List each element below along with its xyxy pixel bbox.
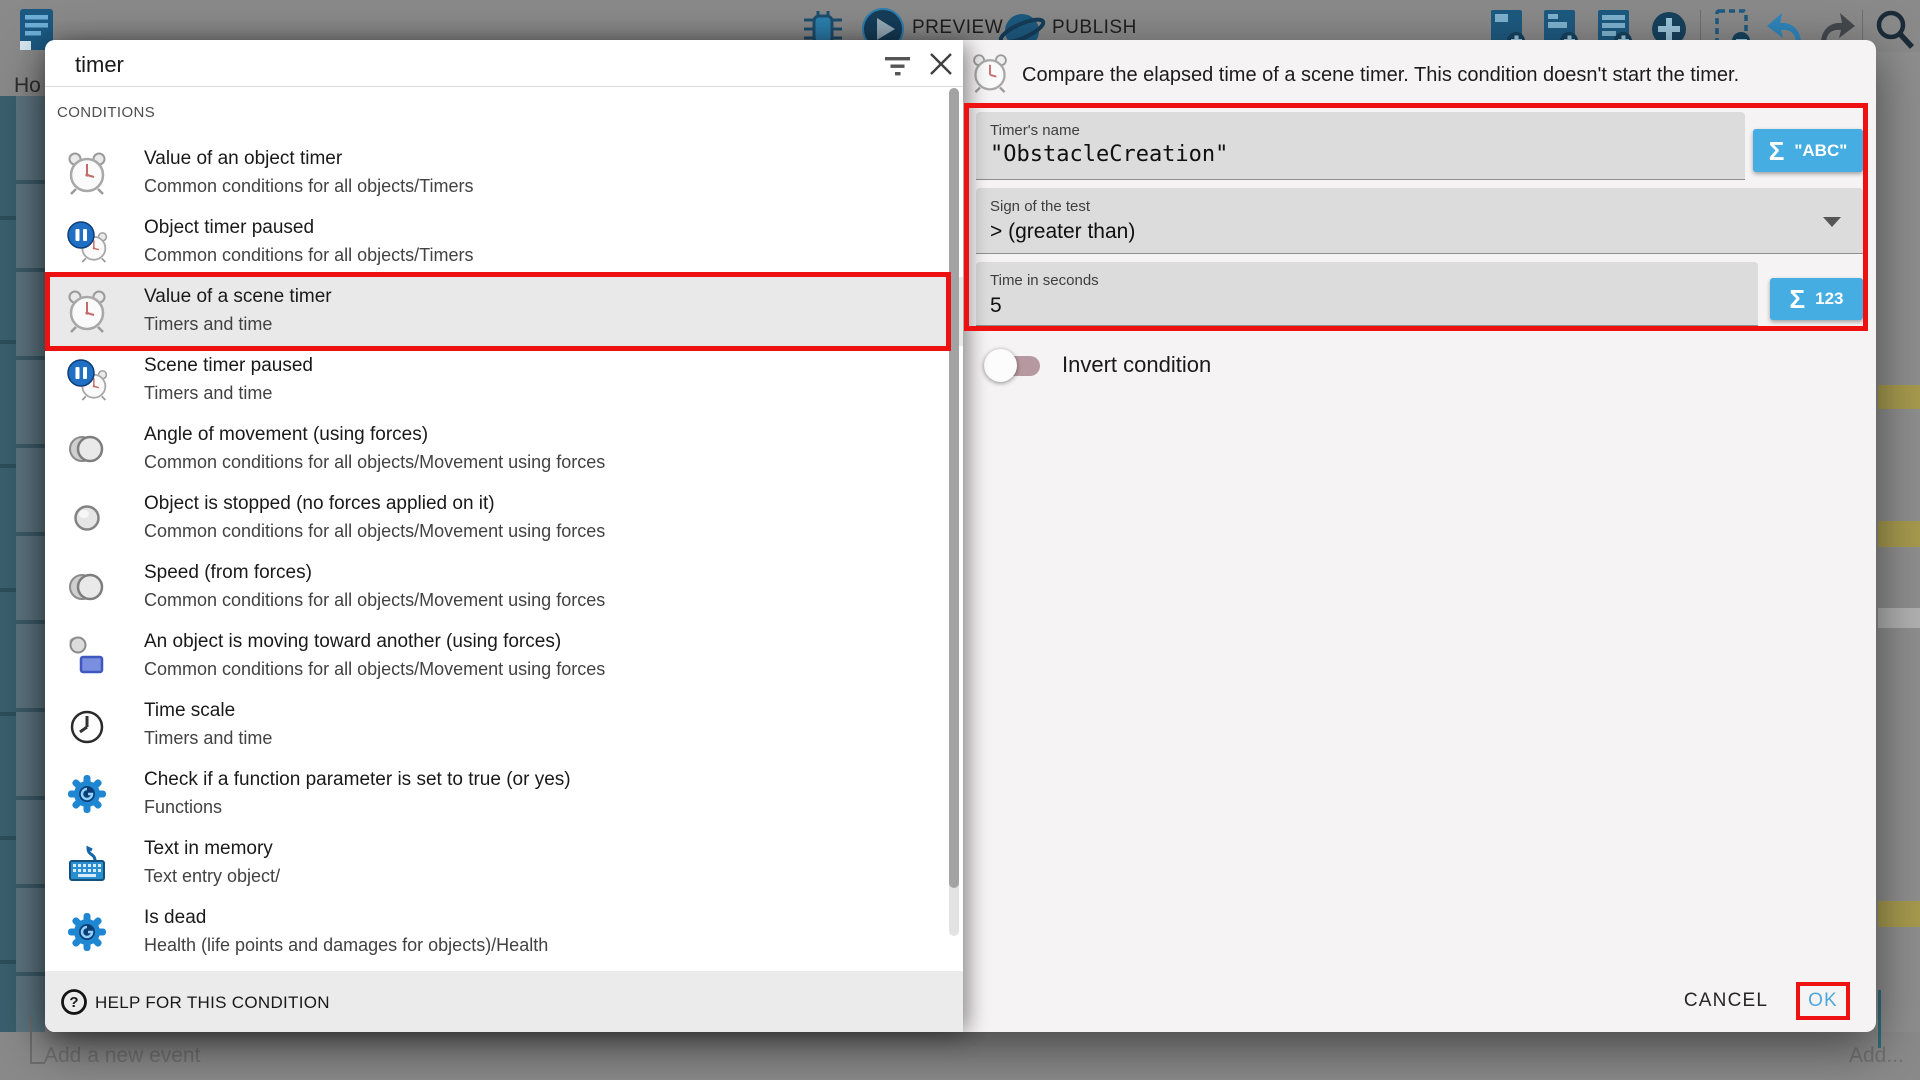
search-input[interactable] bbox=[73, 48, 837, 82]
chevron-down-icon bbox=[1823, 217, 1841, 227]
condition-selector-panel: CONDITIONS Value of an object timer Commo… bbox=[45, 40, 963, 1032]
time-in-seconds-label: Time in seconds bbox=[990, 272, 1099, 289]
event-row-highlight bbox=[1878, 901, 1920, 927]
number-expression-button[interactable]: Σ 123 bbox=[1770, 278, 1863, 320]
condition-subtitle: Common conditions for all objects/Moveme… bbox=[144, 452, 605, 473]
invert-condition-toggle[interactable] bbox=[988, 356, 1040, 376]
alarm-icon bbox=[65, 151, 109, 195]
pause-clock-icon bbox=[65, 358, 109, 402]
condition-title: Text in memory bbox=[144, 838, 273, 860]
condition-list-item[interactable]: Is dead Health (life points and damages f… bbox=[45, 898, 963, 967]
discs-icon bbox=[65, 565, 109, 609]
gear-icon bbox=[65, 772, 109, 816]
divider bbox=[45, 86, 963, 87]
condition-list-item[interactable]: Object is stopped (no forces applied on … bbox=[45, 484, 963, 553]
sign-of-test-label: Sign of the test bbox=[990, 198, 1090, 215]
invert-condition-label: Invert condition bbox=[1062, 352, 1211, 378]
ok-button[interactable]: OK bbox=[1799, 984, 1847, 1018]
condition-title: Time scale bbox=[144, 700, 235, 722]
gear-icon bbox=[65, 910, 109, 954]
event-row-highlight bbox=[1878, 521, 1920, 547]
disc-icon bbox=[65, 496, 109, 540]
help-for-condition-link[interactable]: HELP FOR THIS CONDITION bbox=[95, 993, 330, 1013]
condition-subtitle: Common conditions for all objects/Moveme… bbox=[144, 659, 605, 680]
condition-title: Scene timer paused bbox=[144, 355, 313, 377]
condition-list-item[interactable]: Scene timer paused Timers and time bbox=[45, 346, 963, 415]
selector-footer: ? HELP FOR THIS CONDITION bbox=[45, 971, 963, 1032]
condition-list-item[interactable]: Value of an object timer Common condition… bbox=[45, 139, 963, 208]
sigma-icon: Σ bbox=[1790, 286, 1806, 312]
condition-title: Object timer paused bbox=[144, 217, 314, 239]
condition-subtitle: Common conditions for all objects/Timers bbox=[144, 245, 473, 266]
condition-list-item[interactable]: Angle of movement (using forces) Common c… bbox=[45, 415, 963, 484]
pause-clock-icon bbox=[65, 220, 109, 264]
alarm-icon bbox=[65, 289, 109, 333]
condition-list-item[interactable]: Check if a function parameter is set to … bbox=[45, 760, 963, 829]
condition-title: Speed (from forces) bbox=[144, 562, 312, 584]
timer-name-field[interactable]: Timer's name "ObstacleCreation" bbox=[976, 112, 1745, 180]
time-in-seconds-value[interactable]: 5 bbox=[990, 294, 1002, 318]
event-row-border bbox=[1878, 990, 1881, 1048]
scrollbar-thumb[interactable] bbox=[949, 88, 959, 888]
sigma-icon: Σ bbox=[1769, 138, 1785, 164]
condition-subtitle: Timers and time bbox=[144, 314, 272, 335]
condition-subtitle: Functions bbox=[144, 797, 222, 818]
condition-title: Check if a function parameter is set to … bbox=[144, 769, 571, 791]
condition-subtitle: Common conditions for all objects/Moveme… bbox=[144, 590, 605, 611]
search-icon[interactable] bbox=[1872, 6, 1918, 59]
condition-description: Compare the elapsed time of a scene time… bbox=[1022, 64, 1852, 87]
condition-title: Is dead bbox=[144, 907, 206, 929]
timer-name-label: Timer's name bbox=[990, 122, 1080, 139]
home-tab-label: Ho bbox=[14, 74, 41, 98]
condition-title: Value of an object timer bbox=[144, 148, 342, 170]
publish-button[interactable]: PUBLISH bbox=[1052, 17, 1137, 39]
toggle-thumb[interactable] bbox=[984, 349, 1017, 382]
condition-subtitle: Common conditions for all objects/Moveme… bbox=[144, 521, 605, 542]
condition-title: Value of a scene timer bbox=[144, 286, 332, 308]
time-in-seconds-field[interactable]: Time in seconds 5 bbox=[976, 262, 1758, 326]
sign-of-test-value[interactable]: > (greater than) bbox=[990, 220, 1135, 244]
condition-subtitle: Timers and time bbox=[144, 383, 272, 404]
clock-icon bbox=[65, 703, 109, 747]
string-expression-button[interactable]: Σ "ABC" bbox=[1753, 129, 1863, 172]
filter-icon[interactable] bbox=[883, 53, 913, 84]
alarm-clock-icon bbox=[970, 53, 1010, 98]
disc-square-icon bbox=[65, 634, 109, 678]
app-window: Ho Add a new event Add... PREVIEW PUBLIS… bbox=[0, 0, 1920, 1080]
keyboard-icon bbox=[65, 841, 109, 885]
sign-of-test-field[interactable]: Sign of the test > (greater than) bbox=[976, 188, 1863, 254]
event-sheet-left-column bbox=[0, 96, 16, 1032]
condition-subtitle: Health (life points and damages for obje… bbox=[144, 935, 548, 956]
close-icon[interactable] bbox=[927, 50, 955, 83]
discs-icon bbox=[65, 427, 109, 471]
condition-subtitle: Text entry object/ bbox=[144, 866, 280, 887]
preview-button[interactable]: PREVIEW bbox=[912, 17, 1003, 39]
condition-list-item[interactable]: An object is moving toward another (usin… bbox=[45, 622, 963, 691]
event-row-highlight bbox=[1878, 385, 1920, 409]
add-more-label: Add... bbox=[1849, 1044, 1904, 1068]
add-new-event-label: Add a new event bbox=[44, 1044, 200, 1068]
condition-list-item[interactable]: Time scale Timers and time bbox=[45, 691, 963, 760]
condition-title: An object is moving toward another (usin… bbox=[144, 631, 561, 653]
condition-subtitle: Timers and time bbox=[144, 728, 272, 749]
condition-list-item[interactable]: Value of a scene timer Timers and time bbox=[45, 277, 963, 346]
condition-list-item[interactable]: Object timer paused Common conditions for… bbox=[45, 208, 963, 277]
condition-list-item[interactable]: Speed (from forces) Common conditions for… bbox=[45, 553, 963, 622]
condition-subtitle: Common conditions for all objects/Timers bbox=[144, 176, 473, 197]
svg-text:?: ? bbox=[69, 994, 78, 1011]
condition-title: Object is stopped (no forces applied on … bbox=[144, 493, 495, 515]
conditions-section-header: CONDITIONS bbox=[57, 104, 155, 121]
help-icon[interactable]: ? bbox=[59, 987, 89, 1022]
timer-name-value[interactable]: "ObstacleCreation" bbox=[990, 142, 1228, 167]
condition-list-item[interactable]: Text in memory Text entry object/ bbox=[45, 829, 963, 898]
event-row bbox=[1878, 608, 1920, 628]
cancel-button[interactable]: CANCEL bbox=[1676, 984, 1776, 1018]
add-event-bracket bbox=[30, 1016, 45, 1064]
condition-title: Angle of movement (using forces) bbox=[144, 424, 428, 446]
